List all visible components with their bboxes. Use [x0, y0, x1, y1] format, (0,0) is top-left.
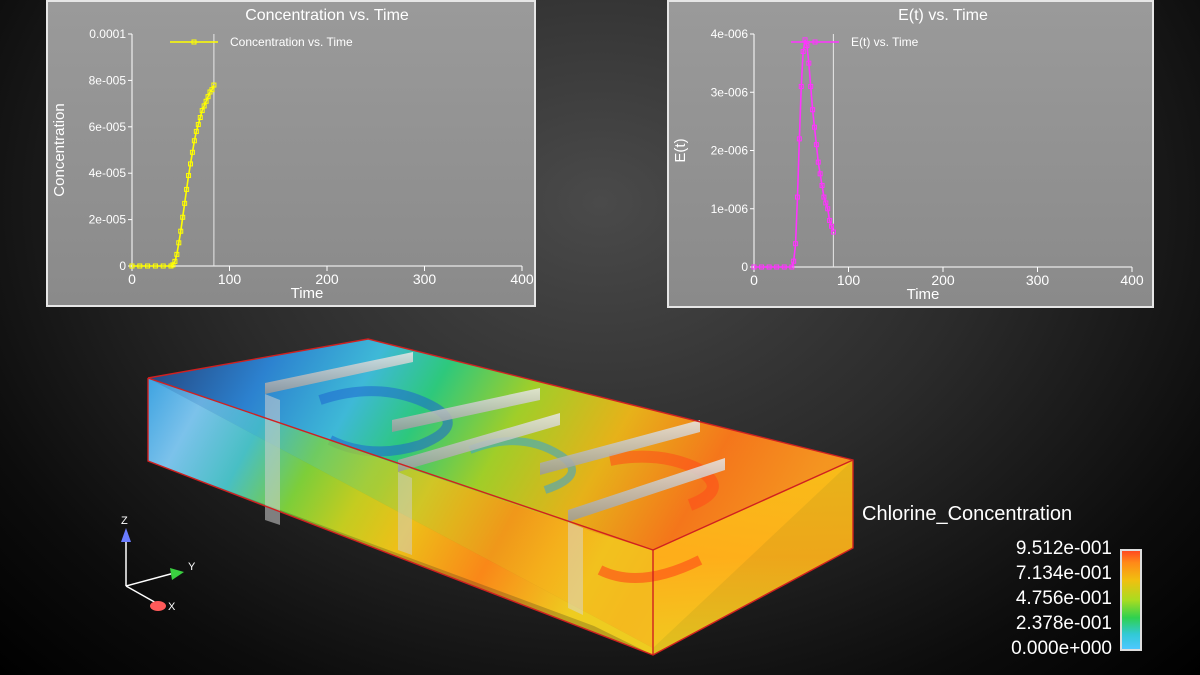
axis-x-label: X — [168, 601, 176, 613]
et-chart: E(t) vs. Time0 100 200 300 40001e-0062e-0063… — [672, 7, 1144, 303]
chart-1-x-tick-label: 400 — [1120, 272, 1144, 288]
chart-1-legend-label: E(t) vs. Time — [851, 35, 919, 49]
chart-0-ylabel: Concentration — [51, 103, 68, 196]
chart-0-y-tick-label: 2e-005 — [89, 213, 127, 227]
chart-0-x-tick-label: 300 — [413, 271, 437, 287]
colorbar-label-3: 7.134e-001 — [1015, 563, 1112, 584]
chart-0-x-tick-label: 400 — [510, 271, 534, 287]
chart-1-xlabel: Time — [907, 286, 940, 303]
chart-0-y-tick-label: 0 — [119, 259, 126, 273]
chart-0-legend-label: Concentration vs. Time — [230, 35, 353, 49]
axis-z-label: Z — [121, 515, 128, 527]
chart-1-x-tick-label: 100 — [837, 272, 861, 288]
chart-1-ylabel: E(t) — [672, 138, 689, 162]
chart-0-y-tick-label: 6e-005 — [89, 120, 127, 134]
chart-1-y-tick-label: 0 — [741, 260, 748, 274]
colorbar-title: Chlorine_Concentration — [862, 503, 1073, 525]
chart-1-series-line — [754, 39, 835, 268]
chart-0-xlabel: Time — [291, 285, 324, 302]
colorbar-label-max: 9.512e-001 — [1015, 538, 1112, 559]
render-viewport[interactable]: Concentration vs. Time 0 100 200 300 400 0 2e-0… — [0, 0, 1200, 675]
chart-0-title: Concentration vs. Time — [245, 7, 409, 24]
chart-1-y-tick-label: 3e-006 — [711, 85, 749, 99]
chart-0-x-tick-label: 100 — [218, 271, 242, 287]
chart-0-y-tick-label: 8e-005 — [89, 73, 127, 87]
chart-1-y-tick-label: 1e-006 — [711, 202, 749, 216]
colorbar-label-1: 2.378e-001 — [1015, 613, 1112, 634]
chart-1-x-tick-label: 300 — [1026, 272, 1050, 288]
colorbar-label-2: 4.756e-001 — [1015, 588, 1112, 609]
chart-0-x-tick-label: 0 — [128, 271, 136, 287]
chart-1-y-tick-label: 4e-006 — [711, 27, 749, 41]
chart-0-y-tick-label: 0.0001 — [89, 27, 126, 41]
axis-y-label: Y — [188, 561, 196, 573]
axis-triad: Z Y X — [121, 515, 196, 613]
chart-1-title: E(t) vs. Time — [898, 7, 988, 24]
concentration-chart: Concentration vs. Time0 100 200 300 40002e-0… — [51, 7, 534, 302]
chart-1-x-tick-label: 0 — [750, 272, 758, 288]
concentration-chart-panel[interactable]: Concentration vs. Time 0 100 200 300 400 0 2e-0… — [46, 0, 536, 307]
colorbar-scale — [1120, 549, 1142, 651]
colorbar-label-min: 0.000e+000 — [1011, 638, 1112, 659]
et-chart-panel[interactable]: E(t) vs. Time 0 100 200 300 400 0 1e-006 2e-006 3… — [667, 0, 1154, 308]
chart-0-y-tick-label: 4e-005 — [89, 166, 127, 180]
chart-1-y-tick-label: 2e-006 — [711, 144, 749, 158]
